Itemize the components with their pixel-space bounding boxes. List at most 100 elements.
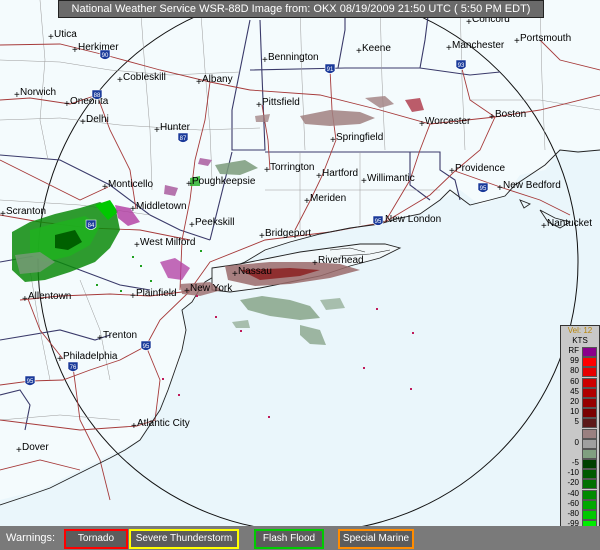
legend-row: 0 [561,437,599,449]
city-label: Oneonta [70,96,109,107]
flash-flood-warning-button[interactable]: Flash Flood [254,529,324,549]
city-label: Pittsfield [262,97,300,108]
legend-row: 60 [561,376,599,388]
city-label: Albany [202,74,233,85]
legend-row [561,428,599,439]
legend-value: -20 [567,478,579,488]
interstate-shield-icon: 95 [372,215,384,226]
shield-number: 95 [375,219,382,225]
interstate-shield-icon: 84 [85,219,97,230]
legend-row: -80 [561,509,599,520]
legend-value: -10 [567,468,579,478]
legend-row: 45 [561,386,599,398]
interstate-shield-icon: 90 [99,49,111,60]
special-marine-warning-label: Special Marine [342,533,410,544]
severe-thunderstorm-warning-button[interactable]: Severe Thunderstorm [129,529,239,549]
city-label: Monticello [108,179,153,190]
city-label: Keene [362,43,391,54]
city-label: Riverhead [318,255,364,266]
severe-thunderstorm-warning-label: Severe Thunderstorm [135,533,233,544]
legend-value: 99 [570,356,579,366]
shield-number: 87 [180,136,187,142]
city-label: Allentown [28,291,71,302]
legend-row: -60 [561,498,599,510]
tornado-warning-label: Tornado [77,533,115,544]
legend-row [561,448,599,459]
legend-row: 10 [561,407,599,419]
legend-row: 20 [561,396,599,408]
legend-value: -5 [571,458,579,468]
warnings-label: Warnings: [6,532,56,544]
city-label: Middletown [136,201,187,212]
city-label: West Milford [140,237,195,248]
city-label: Peekskill [195,217,234,228]
radar-map: + Utica+ Herkimer+ Concord+ Keene + Manchester… [0,0,600,550]
shield-number: 84 [88,223,95,229]
shield-number: 76 [70,365,77,371]
shield-number: 88 [94,93,101,99]
city-label: Norwich [20,87,56,98]
city-label: Nassau [238,266,272,277]
flash-flood-warning-label: Flash Flood [262,533,316,544]
city-label: Delhi [86,114,109,125]
city-label: Dover [22,442,49,453]
legend-row: -10 [561,468,599,480]
legend-value: RF [568,346,579,355]
city-label: Nantucket [547,218,592,229]
radar-title: National Weather Service WSR-88D Image f… [58,0,544,18]
shield-number: 93 [458,63,465,69]
interstate-shield-icon: 88 [91,89,103,100]
city-label: Hartford [322,168,358,179]
city-label: Philadelphia [63,351,118,362]
city-label: Meriden [310,193,346,204]
city-label: Atlantic City [137,418,190,429]
interstate-shield-icon: 95 [477,182,489,193]
city-label: Bennington [268,52,319,63]
city-label: Trenton [103,330,137,341]
legend-rows: RF99806045201050-5-10-20-40-60-80-99ND [561,346,599,541]
shield-number: 90 [102,53,109,59]
legend-value: 10 [570,407,579,417]
city-label: Scranton [6,206,46,217]
city-label: Cobleskill [123,72,166,83]
legend-row: -20 [561,478,599,490]
interstate-shield-icon: 76 [67,361,79,372]
interstate-shield-icon: 93 [455,59,467,70]
city-label: New London [385,214,441,225]
city-label: Torrington [270,162,314,173]
legend-row: -5 [561,458,599,470]
legend-value: -80 [567,509,579,518]
city-label: Providence [455,163,505,174]
shield-number: 95 [480,186,487,192]
shield-number: 95 [143,344,150,350]
city-label: Worcester [425,116,471,127]
legend-row: 99 [561,356,599,368]
legend-row: -40 [561,489,599,500]
interstate-shield-icon: 91 [324,63,336,74]
legend-row: RF [561,346,599,357]
city-label: Willimantic [367,173,415,184]
legend-units: KTS [572,336,588,345]
interstate-shield-icon: 95 [140,340,152,351]
shield-number: 91 [327,67,334,73]
legend-value: 60 [570,376,579,386]
legend-row: 5 [561,417,599,429]
city-label: New York [190,283,233,294]
legend-value: 20 [570,396,579,406]
city-label: Manchester [452,40,505,51]
special-marine-warning-button[interactable]: Special Marine [338,529,414,549]
legend-value: 5 [574,417,579,427]
legend-row: 80 [561,366,599,378]
legend-value: 0 [574,437,579,447]
city-label: New Bedford [503,180,561,191]
legend-value: 80 [570,366,579,376]
city-label: Springfield [336,132,383,143]
tornado-warning-button[interactable]: Tornado [64,529,128,549]
legend-value: -60 [567,498,579,508]
legend-value: 45 [570,386,579,396]
city-label: Boston [495,109,526,120]
warnings-bar: Warnings: Tornado Severe Thunderstorm Fl… [0,526,600,550]
interstate-shield-icon: 95 [24,375,36,386]
city-label: Herkimer [78,42,119,53]
city-label: Plainfield [136,288,177,299]
